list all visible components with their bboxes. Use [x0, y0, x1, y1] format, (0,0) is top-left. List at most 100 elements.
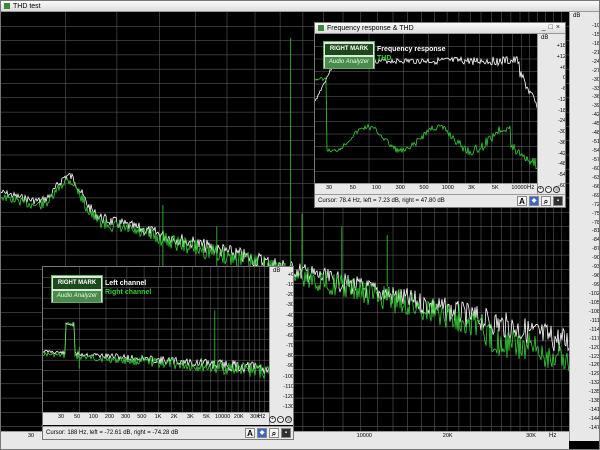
zoom-in-button[interactable]: + [537, 186, 544, 193]
color-tool-button[interactable]: ◆ [257, 428, 267, 438]
thd-small-y-unit: dB [273, 268, 281, 274]
freq-cursor-readout: Cursor: 78.4 Hz, left = 7.23 dB, right =… [318, 198, 445, 204]
y-tick-label: -10 [592, 23, 600, 29]
main-y-unit: dB [573, 13, 581, 19]
freq-status-bar: Cursor: 78.4 Hz, left = 7.23 dB, right =… [315, 194, 565, 207]
zoom-tool-button[interactable]: ⌕ [269, 428, 279, 438]
y-tick-label: -33 [592, 85, 600, 92]
y-tick-label: -30 [592, 76, 600, 83]
y-tick-label: -48 [592, 130, 600, 137]
freq-toolbar: A ◆ ⌕ ▪ [517, 196, 563, 207]
y-tick-label: -108 [588, 308, 600, 315]
y-tick-label: -141 [588, 407, 600, 414]
thd-small-legend: Left channel Right channel [105, 279, 151, 297]
y-tick-label: -40 [286, 312, 294, 319]
close-button[interactable]: × [556, 24, 563, 31]
y-tick-label: -110 [283, 383, 294, 390]
x-tick-label: 200 [104, 414, 115, 420]
y-tick-label: -24 [558, 118, 566, 125]
x-tick-label: 100 [371, 185, 382, 191]
x-tick-label: 1000 [441, 185, 454, 191]
y-tick-label: -126 [588, 362, 600, 369]
y-tick-label: -20 [286, 292, 294, 299]
minimize-button[interactable]: _ [542, 24, 549, 31]
y-tick-label: -105 [588, 299, 600, 306]
y-tick-label: +12 [556, 53, 566, 60]
maximize-button[interactable]: □ [549, 24, 556, 31]
y-tick-label: -66 [592, 183, 600, 190]
y-tick-label: -30 [558, 129, 566, 136]
thd-small-window: RIGHT MARK Audio Analyzer Left channel R… [42, 266, 294, 440]
y-tick-label: -138 [588, 398, 600, 405]
y-tick-label: -10 [286, 282, 294, 289]
y-tick-label: -123 [588, 353, 600, 360]
y-tick-label: -24 [592, 58, 600, 65]
y-tick-label: -36 [592, 94, 600, 101]
y-tick-label: -57 [592, 157, 600, 163]
rightmark-logo: RIGHT MARK Audio Analyzer [51, 275, 103, 303]
window-controls: _□× [542, 24, 563, 32]
y-tick-label: -132 [588, 380, 600, 387]
x-tick-label: 1K [154, 414, 162, 420]
zoom-in-button[interactable]: + [269, 416, 276, 423]
y-tick-label: -54 [592, 148, 600, 155]
y-tick-label: -135 [588, 389, 600, 396]
y-tick-label: 0 [562, 75, 566, 82]
app-icon [4, 3, 10, 9]
legend-frequency-response: Frequency response [377, 46, 446, 53]
logo-line2: Audio Analyzer [325, 57, 373, 68]
color-tool-button[interactable]: ◆ [529, 196, 539, 206]
y-tick-label: -18 [558, 107, 566, 114]
x-tick-label: 3K [186, 414, 194, 420]
y-tick-label: +0 [287, 272, 294, 278]
y-tick-label: -45 [592, 121, 600, 128]
y-tick-label: -6 [561, 86, 566, 93]
thd-small-toolbar: A ◆ ⌕ ▪ [245, 428, 291, 439]
y-tick-label: -90 [592, 255, 600, 262]
y-tick-label: -93 [592, 264, 600, 271]
zoom-out-button[interactable]: − [277, 416, 284, 423]
text-tool-button[interactable]: A [517, 196, 527, 206]
y-tick-label: -81 [592, 228, 600, 235]
legend-right-channel: Right channel [105, 289, 152, 296]
main-y-axis: dB -10 -15 -18 -21 -24 -27 -30 -33 -36 -39 -42 -45 -… [569, 12, 600, 441]
y-tick-label: -54 [558, 172, 566, 179]
y-tick-label: -27 [592, 67, 600, 74]
y-tick-label: -75 [592, 210, 600, 217]
zoom-out-button[interactable]: − [545, 186, 552, 193]
x-tick-label: 10000 [215, 414, 231, 420]
y-tick-label: -117 [589, 335, 600, 342]
rightmark-logo: RIGHT MARK Audio Analyzer [323, 41, 375, 69]
thd-small-cursor-readout: Cursor: 188 Hz, left = -72.61 dB, right … [46, 430, 179, 436]
x-tick-label: 30K [526, 433, 536, 439]
text-tool-button[interactable]: A [245, 428, 255, 438]
legend-left-channel: Left channel [105, 280, 147, 287]
y-tick-label: -114 [589, 326, 600, 333]
y-tick-label: -30 [286, 302, 294, 309]
zoom-fit-button[interactable]: ◎ [285, 416, 292, 423]
thd-small-x-axis: Hz 30 50 100 200 300 500 1K 2K 3K 5K 10000 20K 30K [43, 412, 269, 425]
y-tick-label: -99 [592, 282, 600, 289]
zoom-fit-button[interactable]: ◎ [553, 186, 560, 193]
save-button[interactable]: ▪ [281, 428, 291, 438]
zoom-tool-button[interactable]: ⌕ [541, 196, 551, 206]
thd-test-titlebar[interactable]: THD test [1, 1, 599, 12]
y-tick-label: -48 [558, 161, 566, 168]
logo-line2: Audio Analyzer [53, 291, 101, 302]
x-tick-label: 2K [170, 414, 178, 420]
y-tick-label: -70 [286, 343, 294, 350]
x-tick-label: 500 [137, 414, 147, 420]
x-tick-label: 30 [27, 433, 35, 439]
y-tick-label: -42 [558, 150, 566, 157]
x-tick-label: 50 [349, 185, 356, 191]
thd-test-title: THD test [13, 3, 41, 10]
y-tick-label: -50 [286, 322, 294, 329]
save-button[interactable]: ▪ [553, 196, 563, 206]
frequency-response-titlebar[interactable]: Frequency response & THD _□× [315, 23, 565, 34]
y-tick-label: -12 [558, 96, 566, 103]
x-tick-label: 30 [325, 185, 333, 191]
app-icon [318, 25, 324, 31]
y-tick-label: -42 [592, 112, 600, 119]
y-tick-label: -60 [592, 165, 600, 172]
y-tick-label: -39 [592, 103, 600, 110]
